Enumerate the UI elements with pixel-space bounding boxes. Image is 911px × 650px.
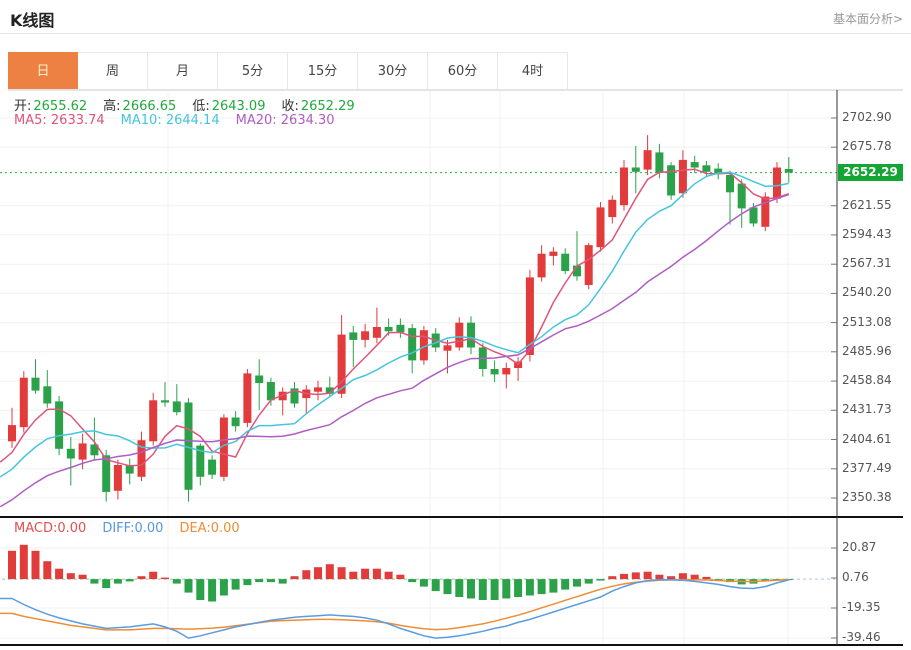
title-bar: K线图 基本面分析> — [0, 0, 911, 33]
page-title: K线图 — [10, 7, 54, 31]
tab-1-周[interactable]: 周 — [78, 52, 148, 90]
tab-7-4时[interactable]: 4时 — [498, 52, 568, 90]
chart-canvas[interactable] — [0, 90, 911, 648]
tab-bar: 日周月5分15分30分60分4时 — [8, 52, 568, 90]
tab-5-30分[interactable]: 30分 — [358, 52, 428, 90]
fundamental-analysis-link[interactable]: 基本面分析> — [833, 10, 903, 27]
tab-0-日[interactable]: 日 — [8, 52, 78, 90]
title-divider — [0, 33, 911, 34]
tab-3-5分[interactable]: 5分 — [218, 52, 288, 90]
tab-2-月[interactable]: 月 — [148, 52, 218, 90]
tab-4-15分[interactable]: 15分 — [288, 52, 358, 90]
chart-region: 开:2655.62 高:2666.65 低:2643.09 收:2652.29 … — [0, 90, 911, 648]
kline-widget: K线图 基本面分析> 日周月5分15分30分60分4时 开:2655.62 高:… — [0, 0, 911, 650]
tab-6-60分[interactable]: 60分 — [428, 52, 498, 90]
